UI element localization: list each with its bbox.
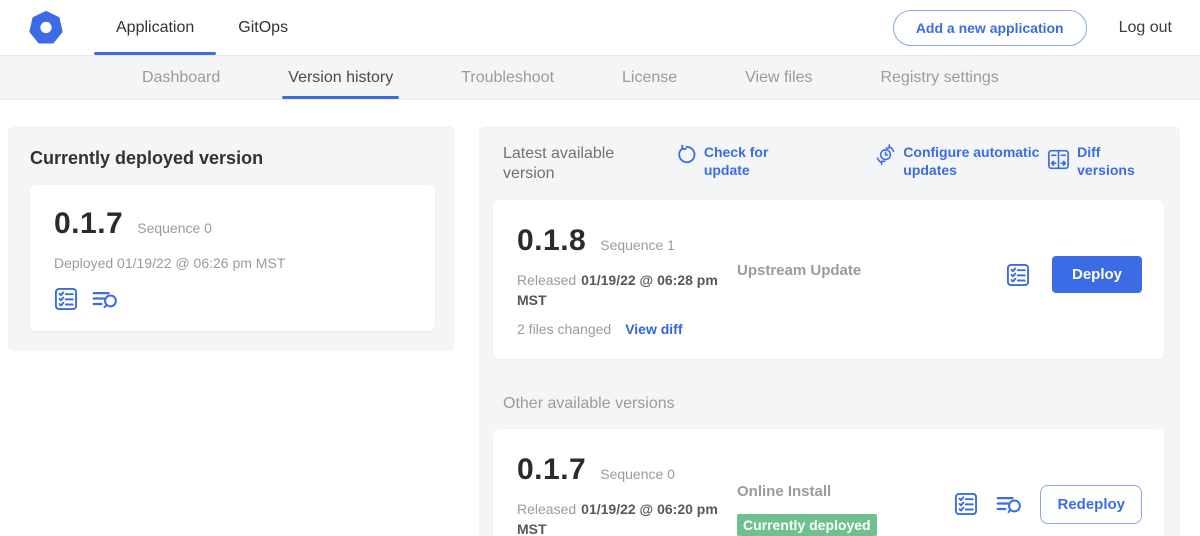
subnav-tab-registry-settings[interactable]: Registry settings: [880, 56, 998, 99]
preflight-checks-icon[interactable]: [54, 287, 78, 311]
main-content: Currently deployed version 0.1.7 Sequenc…: [0, 100, 1200, 536]
other-version-card: 0.1.7 Sequence 0 Released01/19/22 @ 06:2…: [493, 429, 1164, 536]
version-source-label: Upstream Update: [737, 262, 861, 279]
configure-automatic-updates-link[interactable]: Configure automatic updates: [875, 144, 1047, 179]
add-application-button[interactable]: Add a new application: [893, 10, 1087, 46]
logout-link[interactable]: Log out: [1119, 19, 1172, 37]
latest-version-card: 0.1.8 Sequence 1 Released01/19/22 @ 06:2…: [493, 200, 1164, 359]
subnav-tab-view-files[interactable]: View files: [745, 56, 812, 99]
redeploy-button[interactable]: Redeploy: [1040, 485, 1142, 524]
view-files-icon[interactable]: [996, 493, 1022, 515]
diff-versions-label: Diff versions: [1077, 144, 1158, 179]
deployed-version-number: 0.1.7: [54, 207, 123, 241]
latest-sequence-label: Sequence 1: [600, 237, 675, 253]
currently-deployed-title: Currently deployed version: [30, 148, 435, 169]
diff-versions-icon: [1047, 148, 1070, 176]
check-for-update-link[interactable]: Check for update: [676, 144, 813, 179]
tab-application[interactable]: Application: [94, 0, 216, 55]
deploy-button[interactable]: Deploy: [1052, 256, 1142, 293]
other-available-versions-title: Other available versions: [503, 395, 1164, 413]
files-changed-label: 2 files changed: [517, 321, 611, 337]
view-files-icon[interactable]: [92, 288, 118, 310]
latest-version-number: 0.1.8: [517, 224, 586, 258]
released-label: Released: [517, 272, 576, 288]
other-version-number: 0.1.7: [517, 453, 586, 487]
preflight-checks-icon[interactable]: [1006, 263, 1030, 287]
subnav-tab-license[interactable]: License: [622, 56, 677, 99]
subnav-tab-version-history[interactable]: Version history: [288, 56, 393, 99]
other-sequence-label: Sequence 0: [600, 466, 675, 482]
configure-automatic-updates-label: Configure automatic updates: [903, 144, 1047, 179]
app-sub-nav: Dashboard Version history Troubleshoot L…: [0, 56, 1200, 100]
version-source-label: Online Install: [737, 483, 831, 500]
app-logo: [28, 0, 64, 55]
deployed-sequence-label: Sequence 0: [137, 220, 212, 236]
latest-available-title: Latest available version: [503, 144, 648, 184]
view-diff-link[interactable]: View diff: [625, 321, 682, 337]
currently-deployed-badge: Currently deployed version: [737, 514, 877, 536]
diff-versions-link[interactable]: Diff versions: [1047, 144, 1158, 179]
check-for-update-label: Check for update: [704, 144, 813, 179]
available-versions-panel: Latest available version Check for updat…: [479, 126, 1180, 536]
preflight-checks-icon[interactable]: [954, 492, 978, 516]
auto-update-clock-icon: [875, 144, 896, 170]
tab-gitops[interactable]: GitOps: [216, 0, 310, 55]
deployed-timestamp: Deployed 01/19/22 @ 06:26 pm MST: [54, 255, 411, 271]
deployed-version-card: 0.1.7 Sequence 0 Deployed 01/19/22 @ 06:…: [30, 185, 435, 331]
kots-logo-icon: [28, 10, 64, 46]
subnav-tab-troubleshoot[interactable]: Troubleshoot: [461, 56, 554, 99]
currently-deployed-panel: Currently deployed version 0.1.7 Sequenc…: [8, 126, 455, 351]
released-label: Released: [517, 501, 576, 517]
topnav-tabs: Application GitOps: [94, 0, 310, 55]
subnav-tab-dashboard[interactable]: Dashboard: [142, 56, 220, 99]
refresh-icon: [676, 144, 697, 170]
top-nav: Application GitOps Add a new application…: [0, 0, 1200, 56]
